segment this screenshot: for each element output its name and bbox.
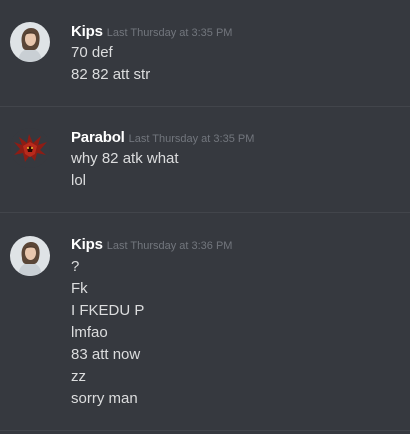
timestamp[interactable]: Last Thursday at 3:36 PM — [107, 240, 233, 252]
message-text: sorry man — [71, 390, 138, 407]
red-dragon-avatar-icon — [10, 128, 50, 168]
message-text: zz — [71, 368, 86, 385]
message-header: Parabol Last Thursday at 3:35 PM — [71, 128, 254, 149]
message-divider — [0, 212, 410, 213]
username[interactable]: Kips — [71, 23, 103, 40]
user-avatar-kips[interactable] — [10, 236, 50, 276]
username[interactable]: Parabol — [71, 129, 125, 146]
message-text: ? — [71, 258, 80, 275]
user-avatar-parabol[interactable] — [10, 128, 50, 168]
user-avatar-kips[interactable] — [10, 22, 50, 62]
female-portrait-avatar-icon — [10, 236, 50, 276]
female-portrait-avatar-icon — [10, 22, 50, 62]
timestamp[interactable]: Last Thursday at 3:35 PM — [129, 133, 255, 145]
message-text: I FKEDU P — [71, 302, 145, 319]
username[interactable]: Kips — [71, 236, 103, 253]
message-text: lmfao — [71, 324, 108, 341]
message-text: Fk — [71, 280, 88, 297]
message-text: 70 def — [71, 44, 113, 61]
message-divider — [0, 106, 410, 107]
message-header: Kips Last Thursday at 3:36 PM — [71, 235, 232, 256]
timestamp[interactable]: Last Thursday at 3:35 PM — [107, 27, 233, 39]
message-text: 83 att now — [71, 346, 141, 363]
message-text: lol — [71, 172, 87, 189]
message-header: Kips Last Thursday at 3:35 PM — [71, 22, 232, 43]
message-text: why 82 atk what — [71, 150, 179, 167]
message-text: 82 82 att str — [71, 66, 151, 83]
message-divider — [0, 430, 410, 431]
